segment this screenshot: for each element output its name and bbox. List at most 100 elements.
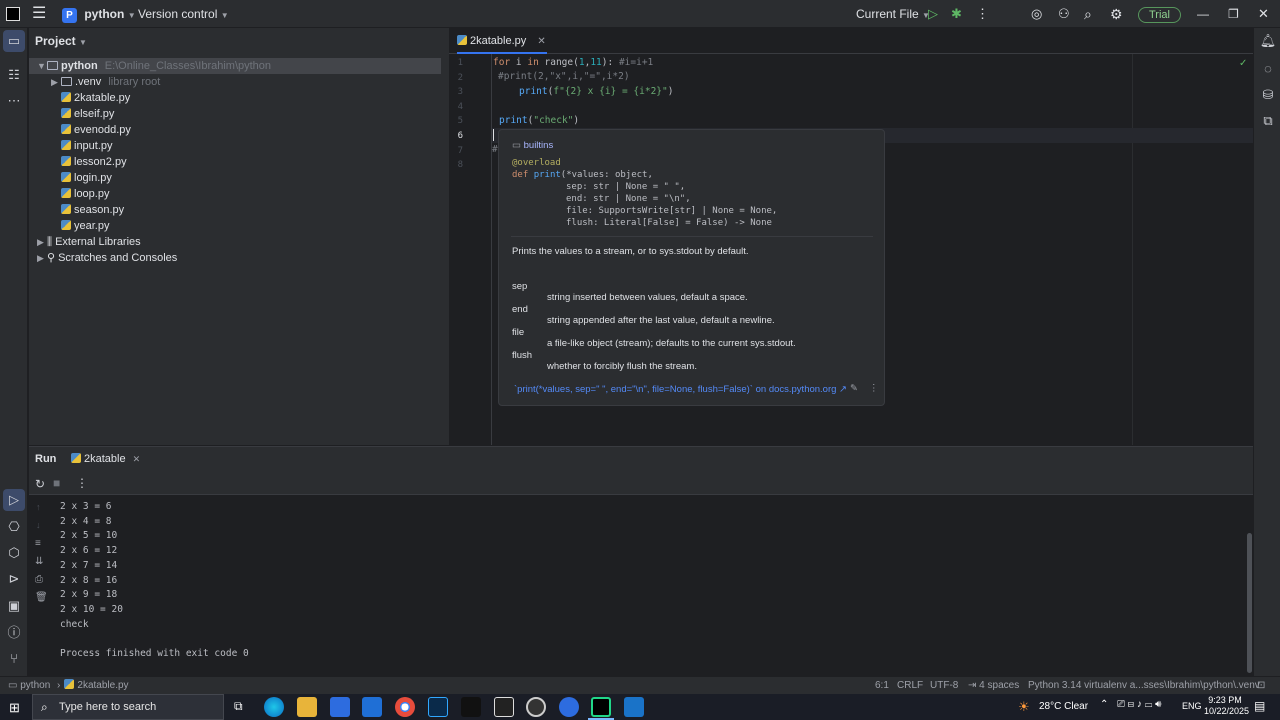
ai-assistant-icon[interactable]: ◎ xyxy=(1031,0,1042,28)
tree-file-item[interactable]: season.py xyxy=(29,202,441,218)
close-icon[interactable]: ✕ xyxy=(1258,0,1269,28)
code-line-1[interactable]: for i in range(1,11): #i=i+1 xyxy=(493,57,653,68)
capcut-icon[interactable] xyxy=(494,697,514,717)
rerun-icon[interactable]: ↻ xyxy=(35,477,45,491)
chrome-icon[interactable] xyxy=(395,697,415,717)
plugins-icon[interactable]: ⧉ xyxy=(1254,110,1280,132)
tree-file-item[interactable]: lesson2.py xyxy=(29,154,441,170)
structure-tool-icon[interactable]: ☷ xyxy=(0,64,28,86)
gear-icon[interactable]: ⚙ xyxy=(1110,0,1123,28)
project-selector[interactable]: P python ▼ xyxy=(62,0,136,28)
module-label[interactable]: ▭ builtins xyxy=(512,140,553,151)
windows-start-icon[interactable]: ⊞ xyxy=(9,700,20,716)
tree-file-item[interactable]: evenodd.py xyxy=(29,122,441,138)
more-tools-icon[interactable]: ⋯ xyxy=(0,90,28,112)
tree-file-item[interactable]: 2katable.py xyxy=(29,90,441,106)
print-icon[interactable]: ⎙ xyxy=(35,574,43,585)
tree-root[interactable]: ▼ python E:\Online_Classes\Ibrahim\python xyxy=(29,58,441,74)
photoshop-icon[interactable] xyxy=(428,697,448,717)
services-icon[interactable]: ⊳ xyxy=(0,568,28,590)
weather-icon[interactable]: ☀ xyxy=(1018,699,1030,715)
task-view-icon[interactable]: ⧉ xyxy=(234,699,243,714)
code-line-5[interactable]: print("check") xyxy=(499,115,579,126)
scroll-to-end-icon[interactable]: ⇊ xyxy=(35,556,43,567)
code-line-2[interactable]: #print(2,"x",i,"=",i*2) xyxy=(498,71,630,82)
project-tool-icon[interactable]: ▭ xyxy=(3,30,25,52)
add-user-icon[interactable]: ⚇ xyxy=(1058,0,1070,28)
code-line-3[interactable]: print(f"{2} x {i} = {i*2}") xyxy=(519,86,673,97)
stop-icon[interactable]: ■ xyxy=(53,476,60,490)
tray-icons[interactable]: ⎚ ⊟ ♪ ▭ 🔊︎ xyxy=(1117,699,1161,710)
tree-item-venv[interactable]: ▶ .venv library root xyxy=(29,74,441,90)
right-tool-strip: 🔔︎ ◌ ⛁ ⧉ xyxy=(1253,28,1280,676)
line-number: 2 xyxy=(457,72,463,83)
tree-item-scratches[interactable]: ▶ ⚲ Scratches and Consoles xyxy=(29,250,441,266)
arrow-up-icon[interactable]: ↑ xyxy=(36,502,41,512)
terminal-icon[interactable]: ▣ xyxy=(0,595,28,617)
vcs-menu[interactable]: Version control ▼ xyxy=(138,0,229,28)
python-file-icon xyxy=(61,92,71,102)
close-tab-icon[interactable]: ✕ xyxy=(133,454,141,464)
more-actions-icon[interactable]: ⋮ xyxy=(976,0,989,28)
file-explorer-icon[interactable] xyxy=(297,697,317,717)
more-options-icon[interactable]: ⋮ xyxy=(869,383,879,394)
lock-icon[interactable]: ⊡ xyxy=(1257,677,1265,694)
clear-icon[interactable]: 🗑︎ xyxy=(35,592,48,603)
minimize-icon[interactable]: — xyxy=(1197,0,1209,28)
edit-doc-icon[interactable]: ✎ xyxy=(850,383,858,394)
run-config-selector[interactable]: Current File ▼ xyxy=(856,0,930,28)
database-icon[interactable]: ⛁ xyxy=(1254,84,1280,106)
store-icon[interactable] xyxy=(330,697,350,717)
chevron-up-icon[interactable]: ⌃ xyxy=(1100,699,1108,710)
tree-file-item[interactable]: elseif.py xyxy=(29,106,441,122)
console-scrollbar[interactable] xyxy=(1247,533,1252,673)
git-icon[interactable]: ⑂ xyxy=(0,648,28,670)
code-line-7[interactable]: # xyxy=(492,144,498,155)
tree-file-item[interactable]: input.py xyxy=(29,138,441,154)
doc-footer-link[interactable]: `print(*values, sep=" ", end="\n", file=… xyxy=(514,384,847,395)
caret-position[interactable]: 6:1 xyxy=(875,677,889,694)
run-icon[interactable]: ▷ xyxy=(928,0,938,28)
notification-center-icon[interactable]: ▤ xyxy=(1254,699,1265,713)
tree-file-item[interactable]: year.py xyxy=(29,218,441,234)
line-separator[interactable]: CRLF xyxy=(897,677,923,694)
problems-icon[interactable]: ⓘ xyxy=(0,622,28,644)
debug-icon[interactable]: ✱ xyxy=(951,0,962,28)
language-indicator[interactable]: ENG xyxy=(1182,701,1202,711)
run-tool-icon[interactable]: ▷ xyxy=(3,489,25,511)
weather-text[interactable]: 28°C Clear xyxy=(1039,701,1088,712)
search-icon[interactable]: ⌕ xyxy=(1084,0,1092,28)
tree-file-item[interactable]: loop.py xyxy=(29,186,441,202)
inspection-ok-icon[interactable]: ✓ xyxy=(1239,58,1247,69)
edge-icon[interactable] xyxy=(264,697,284,717)
more-icon[interactable]: ⋮ xyxy=(76,476,88,490)
photos-icon[interactable] xyxy=(624,697,644,717)
ai-chat-icon[interactable]: ◌ xyxy=(1254,58,1280,80)
python-packages-icon[interactable]: ⬡ xyxy=(0,542,28,564)
clock[interactable]: 9:23 PM 10/22/2025 xyxy=(1204,695,1249,717)
trial-button[interactable]: Trial xyxy=(1138,0,1181,28)
zoom-icon[interactable] xyxy=(559,697,579,717)
run-tab[interactable]: 2katable ✕ xyxy=(71,453,140,465)
outlook-icon[interactable] xyxy=(362,697,382,717)
python-console-icon[interactable]: ⎔ xyxy=(0,516,28,538)
indent-setting[interactable]: ⇥ 4 spaces xyxy=(968,677,1019,694)
tree-file-label: elseif.py xyxy=(74,108,115,120)
close-tab-icon[interactable]: ✕ xyxy=(537,36,545,47)
chatgpt-icon[interactable] xyxy=(526,697,546,717)
maximize-icon[interactable]: ❐ xyxy=(1228,0,1239,28)
tree-item-external-libraries[interactable]: ▶ ⫼ External Libraries xyxy=(29,234,441,250)
interpreter-selector[interactable]: Python 3.14 virtualenv a...sses\Ibrahim\… xyxy=(1028,677,1260,694)
pycharm-taskbar-icon[interactable] xyxy=(591,697,611,717)
taskbar-search-box[interactable]: ⌕ Type here to search xyxy=(32,694,224,720)
notifications-icon[interactable]: 🔔︎ xyxy=(1254,30,1280,52)
arrow-down-icon[interactable]: ↓ xyxy=(36,520,41,530)
project-panel-header[interactable]: Project ▼ xyxy=(35,34,87,48)
editor-tab[interactable]: 2katable.py ✕ xyxy=(457,28,547,54)
breadcrumb[interactable]: ▭ python › 2katable.py xyxy=(8,677,129,694)
soft-wrap-icon[interactable]: ≡ xyxy=(35,538,41,549)
main-menu-icon[interactable]: ☰ xyxy=(32,0,46,28)
file-encoding[interactable]: UTF-8 xyxy=(930,677,958,694)
tiktok-icon[interactable] xyxy=(461,697,481,717)
tree-file-item[interactable]: login.py xyxy=(29,170,441,186)
